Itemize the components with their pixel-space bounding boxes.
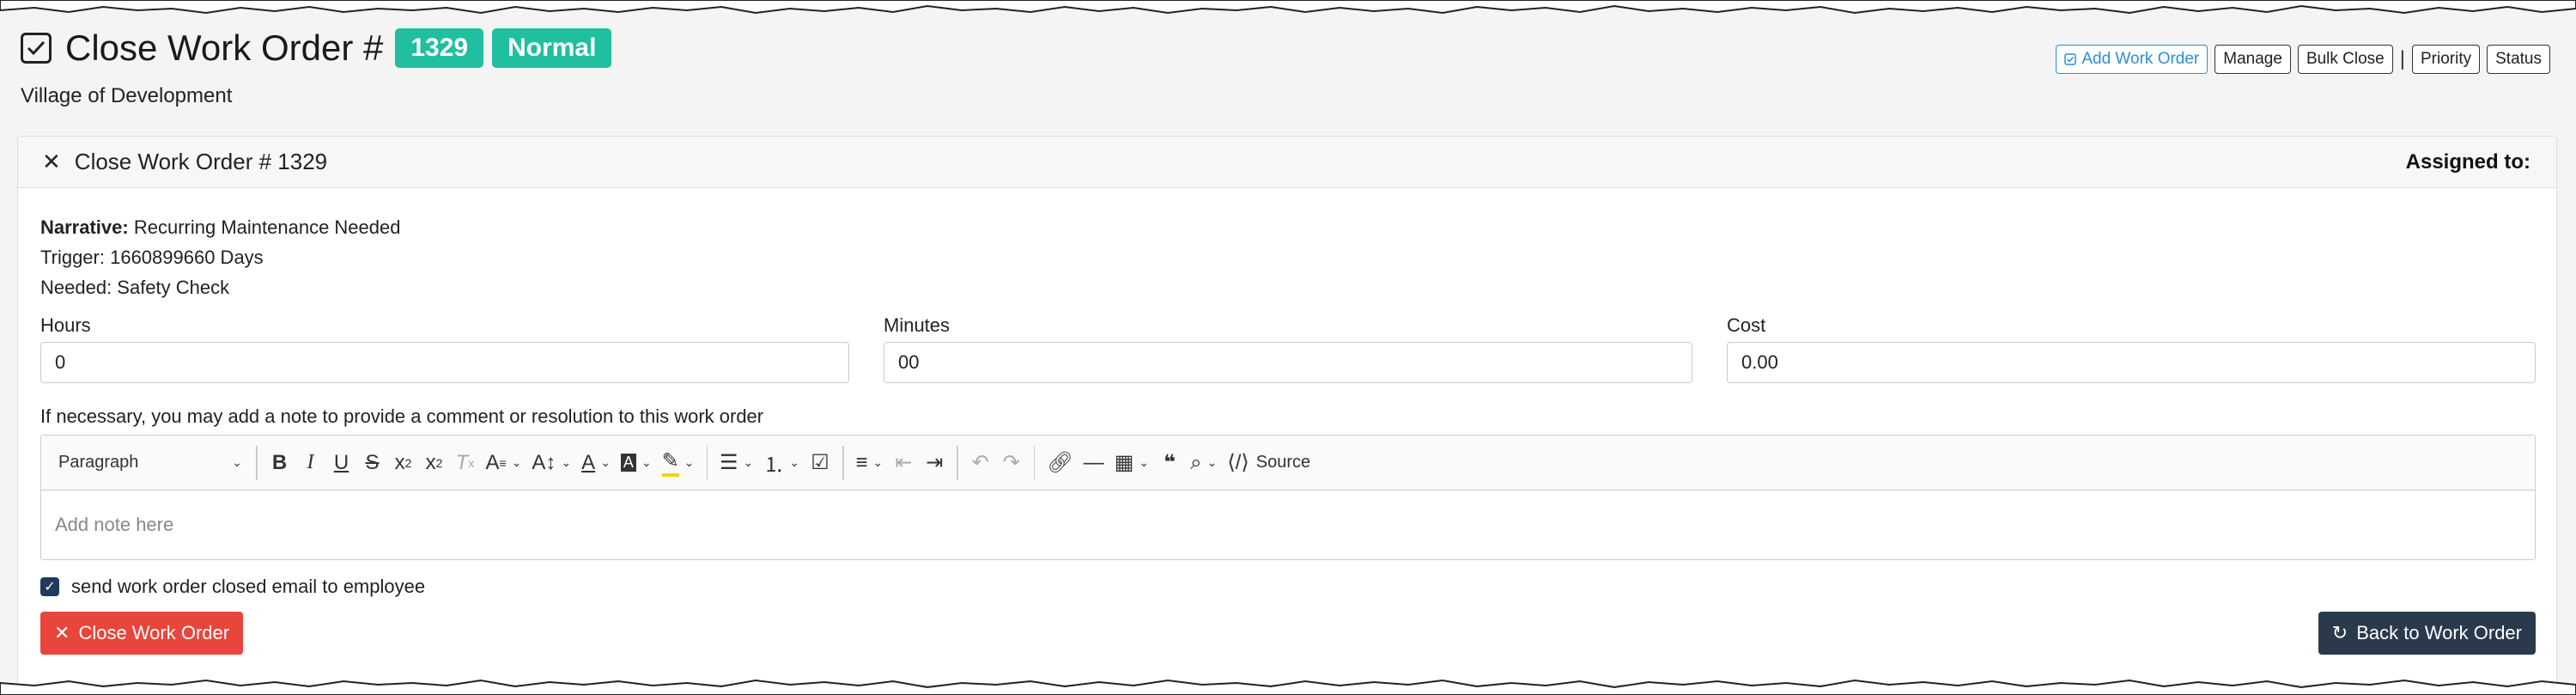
minutes-label: Minutes xyxy=(884,314,951,336)
paragraph-style-select[interactable]: Paragraph ⌄ xyxy=(52,446,249,480)
cost-field-group: Cost xyxy=(1727,314,2536,383)
add-work-order-label: Add Work Order xyxy=(2081,50,2200,68)
find-replace-icon[interactable]: ⌕ ⌄ xyxy=(1185,446,1222,480)
chevron-down-icon: ⌄ xyxy=(232,455,242,469)
bulleted-list-icon[interactable]: ☰ ⌄ xyxy=(714,446,758,480)
organization-name: Village of Development xyxy=(21,84,233,107)
hours-field-group: Hours xyxy=(40,314,849,383)
order-number-badge: 1329 xyxy=(395,28,484,68)
font-size-icon[interactable]: A↕ ⌄ xyxy=(526,446,576,480)
checkbox-small-icon xyxy=(2064,53,2077,65)
refresh-icon: ↻ xyxy=(2331,622,2348,643)
close-icon[interactable]: ✕ xyxy=(42,149,61,175)
manage-button[interactable]: Manage xyxy=(2215,45,2291,74)
send-email-label: send work order closed email to employee xyxy=(71,576,426,597)
todo-list-icon[interactable]: ☑ xyxy=(805,446,835,480)
subscript-icon[interactable]: x2 xyxy=(388,446,419,480)
top-toolbar: Add Work Order Manage Bulk Close | Prior… xyxy=(2056,45,2550,74)
close-work-order-panel: ✕ Close Work Order # 1329 Assigned to: N… xyxy=(17,136,2557,686)
note-editor-area[interactable]: Add note here xyxy=(41,491,2535,559)
torn-edge-bottom xyxy=(0,679,2576,695)
source-button[interactable]: ⟨/⟩ Source xyxy=(1222,446,1315,480)
strikethrough-icon[interactable]: S xyxy=(357,446,388,480)
close-work-order-button[interactable]: ✕ Close Work Order xyxy=(40,612,244,655)
bold-icon[interactable]: B xyxy=(264,446,295,480)
trigger-line: Trigger: 1660899660 Days xyxy=(40,247,264,268)
font-family-icon[interactable]: A ≡ ⌄ xyxy=(481,446,527,480)
align-left-icon[interactable]: ≡ ⌄ xyxy=(851,446,889,480)
torn-edge-top xyxy=(0,0,2576,15)
hours-label: Hours xyxy=(40,314,91,336)
background-color-icon[interactable]: A ⌄ xyxy=(616,446,657,480)
italic-icon[interactable]: I xyxy=(295,446,326,480)
needed-line: Needed: Safety Check xyxy=(40,277,230,298)
priority-button[interactable]: Priority xyxy=(2412,45,2481,74)
toolbar-divider xyxy=(957,445,958,480)
back-to-work-order-button[interactable]: ↻ Back to Work Order xyxy=(2318,612,2536,655)
panel-body: Narrative: Recurring Maintenance Needed … xyxy=(18,188,2556,655)
narrative-value: Recurring Maintenance Needed xyxy=(133,216,401,238)
status-button[interactable]: Status xyxy=(2487,45,2550,74)
priority-badge: Normal xyxy=(492,28,612,68)
rich-text-editor: Paragraph ⌄ B I U S x2 x2 Tx A ≡ ⌄ A↕ ⌄ A ⌄ … xyxy=(40,435,2536,560)
email-option-row: ✓ send work order closed email to employ… xyxy=(40,576,2536,598)
toolbar-divider xyxy=(256,445,258,480)
toolbar-separator: | xyxy=(2399,47,2405,70)
toolbar-divider xyxy=(706,445,708,480)
paragraph-style-label: Paragraph xyxy=(58,453,139,472)
narrative-label: Narrative: xyxy=(40,216,129,238)
source-label: Source xyxy=(1255,453,1311,472)
assigned-to-label: Assigned to: xyxy=(2405,149,2530,174)
undo-icon[interactable]: ↶ xyxy=(965,446,996,480)
highlight-icon[interactable]: ✎ ⌄ xyxy=(657,446,700,480)
minutes-input[interactable] xyxy=(884,342,1692,383)
horizontal-line-icon[interactable]: — xyxy=(1078,446,1109,480)
page-header: Close Work Order # 1329 Normal xyxy=(21,24,620,72)
font-color-icon[interactable]: A ⌄ xyxy=(576,446,616,480)
back-to-work-order-label: Back to Work Order xyxy=(2356,622,2522,643)
outdent-icon[interactable]: ⇤ xyxy=(888,446,919,480)
cost-label: Cost xyxy=(1727,314,1766,336)
source-icon: ⟨/⟩ xyxy=(1227,451,1249,474)
link-icon[interactable]: 🔗︎ xyxy=(1042,446,1078,480)
panel-title: ✕ Close Work Order # 1329 xyxy=(42,149,327,175)
editor-toolbar: Paragraph ⌄ B I U S x2 x2 Tx A ≡ ⌄ A↕ ⌄ A ⌄ … xyxy=(41,436,2535,491)
send-email-checkbox[interactable]: ✓ xyxy=(40,577,59,596)
checkbox-icon xyxy=(21,33,52,64)
redo-icon[interactable]: ↷ xyxy=(996,446,1027,480)
bulk-close-button[interactable]: Bulk Close xyxy=(2297,45,2393,74)
blockquote-icon[interactable]: ❝ xyxy=(1154,446,1185,480)
action-buttons: ✕ Close Work Order ↻ Back to Work Order xyxy=(40,612,2536,655)
panel-header: ✕ Close Work Order # 1329 Assigned to: xyxy=(18,137,2556,188)
narrative-line: Narrative: Recurring Maintenance Needed xyxy=(40,212,2536,242)
note-label: If necessary, you may add a note to prov… xyxy=(40,405,764,427)
hours-input[interactable] xyxy=(40,342,849,383)
toolbar-divider xyxy=(842,445,844,480)
add-work-order-button[interactable]: Add Work Order xyxy=(2056,45,2208,74)
remove-format-icon[interactable]: Tx xyxy=(450,446,481,480)
minutes-field-group: Minutes xyxy=(884,314,1692,383)
page-title: Close Work Order # xyxy=(65,27,384,68)
superscript-icon[interactable]: x2 xyxy=(419,446,450,480)
table-icon[interactable]: ▦ ⌄ xyxy=(1109,446,1154,480)
close-work-order-label: Close Work Order xyxy=(78,622,230,643)
indent-icon[interactable]: ⇥ xyxy=(919,446,950,480)
time-cost-fields: Hours Minutes Cost xyxy=(40,314,2536,383)
page: Close Work Order # 1329 Normal Village o… xyxy=(0,0,2576,695)
panel-title-text: Close Work Order # 1329 xyxy=(74,149,328,174)
numbered-list-icon[interactable]: ⒈ ⌄ xyxy=(758,446,805,480)
cost-input[interactable] xyxy=(1727,342,2536,383)
toolbar-divider xyxy=(1033,445,1036,480)
underline-icon[interactable]: U xyxy=(326,446,357,480)
close-icon: ✕ xyxy=(54,622,70,643)
